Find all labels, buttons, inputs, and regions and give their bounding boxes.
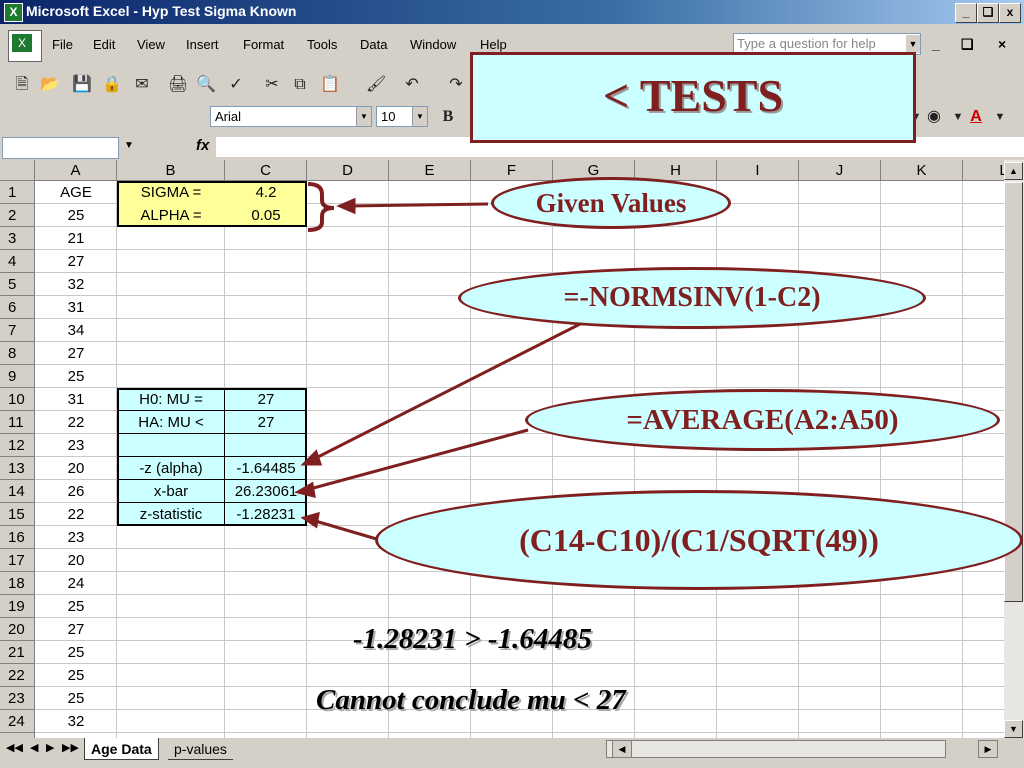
average-callout: =AVERAGE(A2:A50) xyxy=(525,389,1000,451)
normsinv-callout: =-NORMSINV(1-C2) xyxy=(458,267,926,329)
comparison-note: -1.28231 > -1.64485 xyxy=(353,623,592,655)
brace-shape xyxy=(307,182,335,232)
zformula-arrowhead xyxy=(300,511,320,529)
zformula-callout: (C14-C10)/(C1/SQRT(49)) xyxy=(375,490,1023,590)
normsinv-arrow xyxy=(311,320,585,462)
average-arrow xyxy=(305,428,529,492)
normsinv-arrowhead xyxy=(300,449,323,466)
zformula-arrow xyxy=(311,518,381,542)
average-arrowhead xyxy=(294,481,316,499)
given-values-callout: Given Values xyxy=(491,177,731,229)
given-arrowhead xyxy=(336,197,356,215)
given-arrow xyxy=(347,202,489,208)
conclusion-note: Cannot conclude mu < 27 xyxy=(316,684,626,716)
